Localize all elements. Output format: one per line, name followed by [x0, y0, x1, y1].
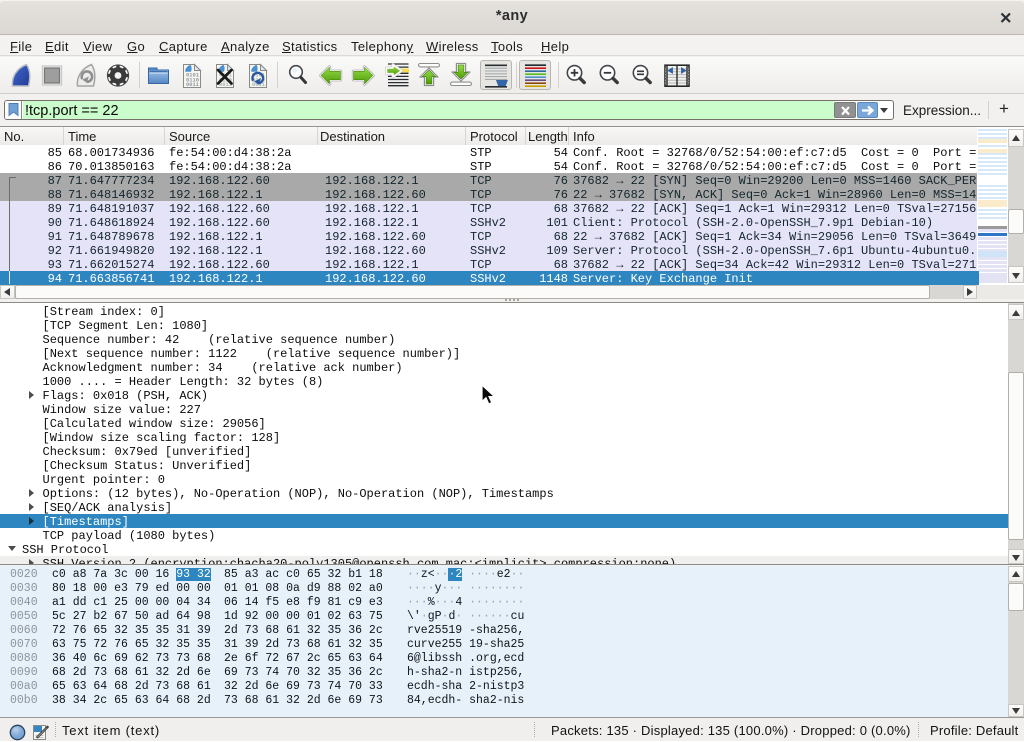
svg-text:0011: 0011 — [186, 82, 199, 88]
